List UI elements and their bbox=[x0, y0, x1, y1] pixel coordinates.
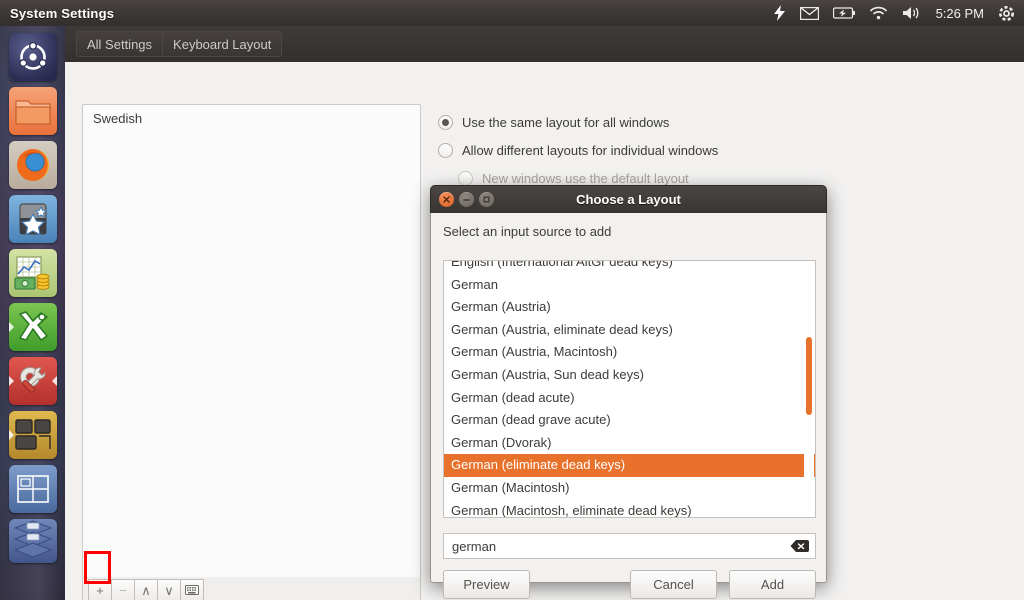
close-icon[interactable] bbox=[439, 192, 454, 207]
launcher-item-green-app[interactable] bbox=[8, 303, 57, 351]
launcher-item-devices-stack[interactable] bbox=[8, 519, 57, 563]
list-item[interactable]: German (Macintosh, eliminate dead keys) bbox=[444, 500, 815, 517]
minimize-icon[interactable] bbox=[459, 192, 474, 207]
option-label: New windows use the default layout bbox=[482, 170, 689, 186]
keyboard-layout-button[interactable]: Keyboard Layout bbox=[162, 31, 283, 57]
input-source-list[interactable]: English (International AltGr dead keys) … bbox=[443, 260, 816, 518]
choose-a-layout-dialog: Choose a Layout Select an input source t… bbox=[430, 185, 827, 599]
input-source-list-inner: English (International AltGr dead keys) … bbox=[444, 261, 815, 517]
radio-icon[interactable] bbox=[438, 114, 453, 130]
cancel-button[interactable]: Cancel bbox=[630, 570, 717, 599]
panel-indicators: 5:26 PM bbox=[773, 0, 1024, 26]
launcher-active-arrow-left bbox=[8, 376, 14, 386]
layout-list-toolbar: + − ∧ ∨ bbox=[82, 577, 421, 600]
installed-layouts-list[interactable]: Swedish bbox=[82, 104, 421, 579]
radio-icon[interactable] bbox=[438, 142, 453, 158]
launcher-item-firefox[interactable] bbox=[8, 141, 57, 189]
search-input-value: german bbox=[452, 538, 497, 554]
all-settings-button[interactable]: All Settings bbox=[76, 31, 163, 57]
toolbar-nav-group: All Settings Keyboard Layout bbox=[76, 31, 283, 57]
dialog-body: Select an input source to add English (I… bbox=[430, 213, 827, 599]
launcher-active-arrow-left bbox=[8, 322, 14, 332]
power-icon[interactable] bbox=[773, 0, 786, 26]
preview-button[interactable]: Preview bbox=[443, 570, 530, 599]
launcher-item-files[interactable] bbox=[8, 87, 57, 135]
list-item[interactable]: German (dead acute) bbox=[444, 387, 815, 410]
option-different-layouts[interactable]: Allow different layouts for individual w… bbox=[438, 136, 998, 164]
screen: System Settings 5:26 PM All Settings Key… bbox=[0, 0, 1024, 600]
clear-icon[interactable] bbox=[790, 539, 809, 553]
option-label: Use the same layout for all windows bbox=[462, 114, 670, 130]
list-item[interactable]: German (Austria, Macintosh) bbox=[444, 341, 815, 364]
launcher-item-libreoffice-calc[interactable] bbox=[8, 249, 57, 297]
ubuntu-logo-icon bbox=[8, 33, 57, 81]
launcher-item-software-center[interactable] bbox=[8, 195, 57, 243]
list-item[interactable]: English (International AltGr dead keys) bbox=[444, 261, 815, 274]
maximize-icon[interactable] bbox=[479, 192, 494, 207]
move-down-button[interactable]: ∨ bbox=[157, 579, 181, 600]
launcher-item-system-settings[interactable] bbox=[8, 357, 57, 405]
option-label: Allow different layouts for individual w… bbox=[462, 142, 719, 158]
search-input[interactable]: german bbox=[443, 533, 816, 559]
panel-clock[interactable]: 5:26 PM bbox=[936, 6, 984, 21]
list-scrollbar-thumb[interactable] bbox=[806, 337, 812, 415]
battery-icon[interactable] bbox=[832, 0, 855, 26]
list-item[interactable]: Swedish bbox=[83, 105, 420, 130]
dialog-button-row: Preview Cancel Add bbox=[443, 570, 816, 599]
envelope-icon[interactable] bbox=[799, 0, 819, 26]
list-item[interactable]: German bbox=[444, 274, 815, 297]
list-item[interactable]: German (Dvorak) bbox=[444, 432, 815, 455]
dialog-titlebar[interactable]: Choose a Layout bbox=[430, 185, 827, 213]
panel-app-title[interactable]: System Settings bbox=[10, 6, 114, 21]
volume-icon[interactable] bbox=[902, 0, 922, 26]
radio-icon bbox=[458, 170, 473, 186]
move-up-button[interactable]: ∧ bbox=[134, 579, 158, 600]
dialog-subtitle: Select an input source to add bbox=[443, 224, 612, 239]
launcher-focus-arrow-right bbox=[51, 376, 57, 386]
add-button[interactable]: Add bbox=[729, 570, 816, 599]
launcher-active-arrow-left bbox=[8, 430, 14, 440]
add-layout-button[interactable]: + bbox=[88, 579, 112, 600]
remove-layout-button[interactable]: − bbox=[111, 579, 135, 600]
launcher-item-workspace-switcher[interactable] bbox=[8, 465, 57, 513]
gear-icon[interactable] bbox=[998, 0, 1015, 26]
launcher-item-window-layout[interactable] bbox=[8, 411, 57, 459]
list-item[interactable]: German (Macintosh) bbox=[444, 477, 815, 500]
option-same-layout[interactable]: Use the same layout for all windows bbox=[438, 108, 998, 136]
list-scrollbar[interactable] bbox=[804, 262, 814, 517]
list-item-selected[interactable]: German (eliminate dead keys) bbox=[444, 454, 815, 477]
list-item[interactable]: German (Austria, eliminate dead keys) bbox=[444, 319, 815, 342]
list-item[interactable]: German (Austria, Sun dead keys) bbox=[444, 364, 815, 387]
top-panel: System Settings 5:26 PM bbox=[0, 0, 1024, 26]
show-keyboard-layout-button[interactable] bbox=[180, 579, 204, 600]
launcher-item-ubuntu-dash[interactable] bbox=[8, 33, 57, 81]
unity-launcher bbox=[0, 26, 65, 600]
wifi-icon[interactable] bbox=[869, 0, 888, 26]
list-item[interactable]: German (Austria) bbox=[444, 296, 815, 319]
window-toolbar: All Settings Keyboard Layout bbox=[65, 26, 1024, 62]
list-item[interactable]: German (dead grave acute) bbox=[444, 409, 815, 432]
